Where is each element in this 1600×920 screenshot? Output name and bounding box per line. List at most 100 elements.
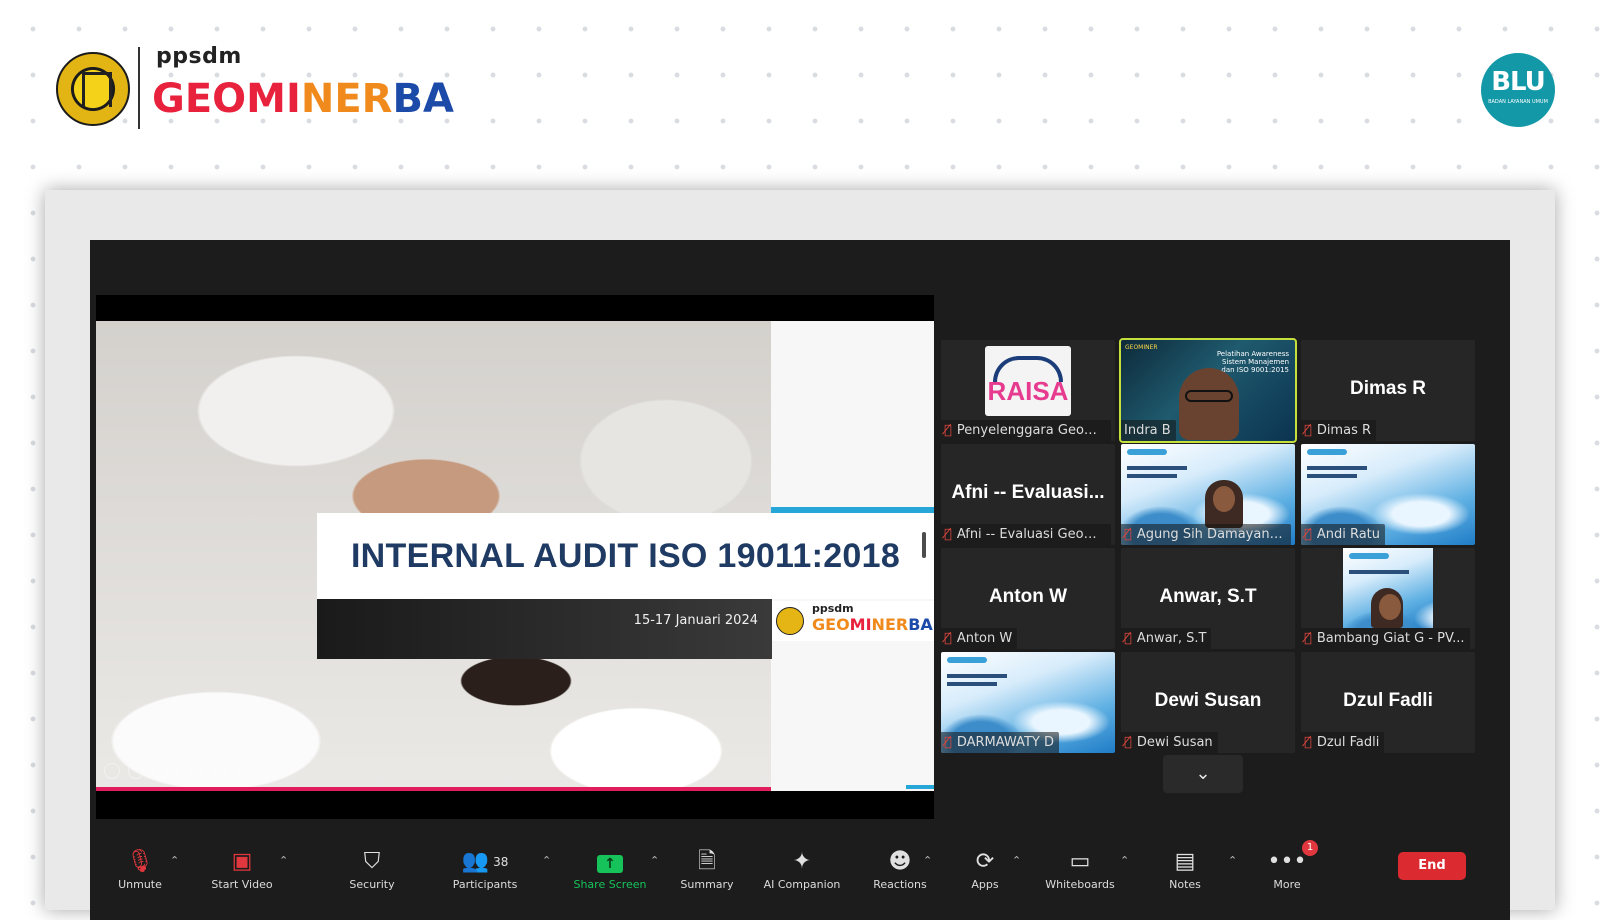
caret-up-icon[interactable]: ⌃ [650, 854, 659, 867]
summary-icon: 🗎 [698, 849, 716, 874]
mic-muted-icon: 🎙̸ [944, 631, 952, 646]
participant-name-label: 🎙̸ DARMAWATY D [941, 732, 1059, 753]
participant-name-label: Indra B [1121, 420, 1176, 441]
presentation-slide: INTERNAL AUDIT ISO 19011:2018 15-17 Janu… [96, 321, 934, 791]
end-meeting-button[interactable]: End [1398, 852, 1466, 880]
ppt-thumb-subtitle [1127, 474, 1177, 478]
meeting-toolbar: 🎙 ⌃ Unmute ▣ ⌃ Start Video ⛉ Security 👥 3… [90, 840, 1510, 920]
slide-title: INTERNAL AUDIT ISO 19011:2018 [317, 513, 934, 599]
shield-icon: ⛉ [363, 849, 381, 874]
participant-tile[interactable]: 🎙̸ Agung Sih Damayanti-... [1121, 444, 1295, 545]
ppt-thumb-header [947, 657, 987, 663]
participant-tile[interactable]: Dimas R 🎙̸ Dimas R [1301, 340, 1475, 441]
caret-up-icon[interactable]: ⌃ [279, 854, 288, 867]
participant-count: 38 [493, 855, 509, 869]
shared-screen[interactable]: INTERNAL AUDIT ISO 19011:2018 15-17 Janu… [96, 295, 934, 819]
participant-display-name: Anton W [988, 586, 1068, 607]
blu-badge-text: BLU [1491, 67, 1546, 97]
start-video-button[interactable]: ▣ ⌃ Start Video [197, 840, 288, 900]
toolbar-label: Start Video [211, 878, 273, 891]
person-face [1179, 368, 1239, 440]
reactions-button[interactable]: ☻ ⌃ Reactions [855, 840, 945, 900]
ppt-thumb-title [1349, 570, 1409, 574]
caret-up-icon[interactable]: ⌃ [1120, 854, 1129, 867]
brand-mi: MI [246, 76, 301, 122]
mic-muted-icon: 🎙̸ [944, 735, 952, 750]
participant-tile[interactable]: Dzul Fadli 🎙̸ Dzul Fadli [1301, 652, 1475, 753]
ai-companion-button[interactable]: ✦ AI Companion [757, 840, 847, 900]
mic-muted-icon: 🎙̸ [944, 527, 952, 542]
participant-tile[interactable]: RAISA 🎙̸ Penyelenggara Geomi... [941, 340, 1115, 441]
slide-zoom-icon[interactable] [200, 763, 216, 779]
mic-muted-icon: 🎙̸ [1124, 527, 1132, 542]
summary-button[interactable]: 🗎 Summary [662, 840, 752, 900]
more-icon: ••• [1267, 849, 1307, 874]
participant-name: Andi Ratu [1316, 527, 1380, 542]
participant-name: Anwar, S.T [1136, 631, 1207, 646]
slide-logo-ba: BA [908, 615, 933, 634]
participant-name-label: 🎙̸ Anton W [941, 628, 1018, 649]
participant-tile[interactable]: 🎙̸ DARMAWATY D [941, 652, 1115, 753]
caret-up-icon[interactable]: ⌃ [923, 854, 932, 867]
brand-ba: BA [392, 76, 454, 122]
whiteboard-icon: ▭ [1069, 849, 1091, 874]
whiteboards-button[interactable]: ▭ ⌃ Whiteboards [1035, 840, 1129, 900]
caret-up-icon[interactable]: ⌃ [170, 854, 179, 867]
mic-muted-icon: 🎙̸ [1304, 423, 1312, 438]
sparkle-icon: ✦ [792, 849, 812, 874]
slide-more-icon[interactable] [224, 763, 240, 779]
toolbar-label: Unmute [118, 878, 162, 891]
caret-up-icon[interactable]: ⌃ [1012, 854, 1021, 867]
participant-tile[interactable]: 🎙̸ Bambang Giat G - PV... [1301, 548, 1475, 649]
participant-tile[interactable]: 🎙̸ Andi Ratu [1301, 444, 1475, 545]
raisa-roof-icon [993, 356, 1063, 382]
brand-main-logo: GEOMINERBA [152, 76, 454, 122]
toolbar-label: Reactions [873, 878, 927, 891]
notes-button[interactable]: ▤ ⌃ Notes [1140, 840, 1237, 900]
ppt-thumb-subtitle [1307, 474, 1357, 478]
mic-muted-icon: 🎙̸ [1304, 527, 1312, 542]
ppt-thumb-subtitle [947, 682, 997, 686]
blu-badge-subtext: BADAN LAYANAN UMUM [1488, 99, 1548, 105]
ppt-thumb-header [1349, 553, 1389, 559]
raisa-logo: RAISA [985, 346, 1071, 416]
more-button[interactable]: ••• 1 More [1242, 840, 1332, 900]
slide-next-icon[interactable] [128, 763, 144, 779]
blu-badge-logo: BLU BADAN LAYANAN UMUM [1481, 53, 1555, 127]
caret-up-icon[interactable]: ⌃ [1228, 854, 1237, 867]
participant-name-label: 🎙̸ Anwar, S.T [1121, 628, 1212, 649]
slide-pen-icon[interactable] [152, 763, 168, 779]
participant-display-name: Dewi Susan [1154, 690, 1262, 711]
participant-display-name: Afni -- Evaluasi... [951, 482, 1105, 503]
unmute-button[interactable]: 🎙 ⌃ Unmute [95, 840, 185, 900]
ppt-thumb-header [1307, 449, 1347, 455]
security-button[interactable]: ⛉ Security [327, 840, 417, 900]
slide-logo: ppsdm GEOMINERBA [772, 601, 934, 641]
brand-geo: GEO [152, 76, 247, 122]
gallery-next-page-button[interactable]: ⌄ [1163, 755, 1243, 793]
participant-name-label: 🎙̸ Dzul Fadli [1301, 732, 1385, 753]
participant-tile[interactable]: Anton W 🎙̸ Anton W [941, 548, 1115, 649]
people-icon: 👥 38 [461, 849, 509, 874]
slide-controls[interactable] [104, 763, 240, 779]
ppt-thumb-title [1127, 466, 1187, 470]
slide-slides-icon[interactable] [176, 763, 192, 779]
participant-tile[interactable]: Dewi Susan 🎙̸ Dewi Susan [1121, 652, 1295, 753]
participant-name: Afni -- Evaluasi Geomin [956, 527, 1109, 542]
toolbar-label: Summary [680, 878, 734, 891]
share-screen-button[interactable]: ↑ ⌃ Share Screen [565, 840, 659, 900]
toolbar-label: Apps [971, 878, 999, 891]
slide-prev-icon[interactable] [104, 763, 120, 779]
person-video [1205, 480, 1243, 528]
participants-button[interactable]: 👥 38 ⌃ Participants [440, 840, 552, 900]
apps-button[interactable]: ⟳ ⌃ Apps [940, 840, 1030, 900]
caret-up-icon[interactable]: ⌃ [542, 854, 551, 867]
participant-tile-active-speaker[interactable]: GEOMINER Pelatihan Awareness Sistem Mana… [1119, 338, 1297, 443]
participant-tile[interactable]: Anwar, S.T 🎙̸ Anwar, S.T [1121, 548, 1295, 649]
participant-tile[interactable]: Afni -- Evaluasi... 🎙̸ Afni -- Evaluasi G… [941, 444, 1115, 545]
person-video [1371, 588, 1403, 628]
toolbar-label: More [1273, 878, 1301, 891]
participant-name: Bambang Giat G - PV... [1316, 631, 1465, 646]
split-view-handle[interactable] [922, 532, 926, 558]
toolbar-label: Participants [452, 878, 518, 891]
